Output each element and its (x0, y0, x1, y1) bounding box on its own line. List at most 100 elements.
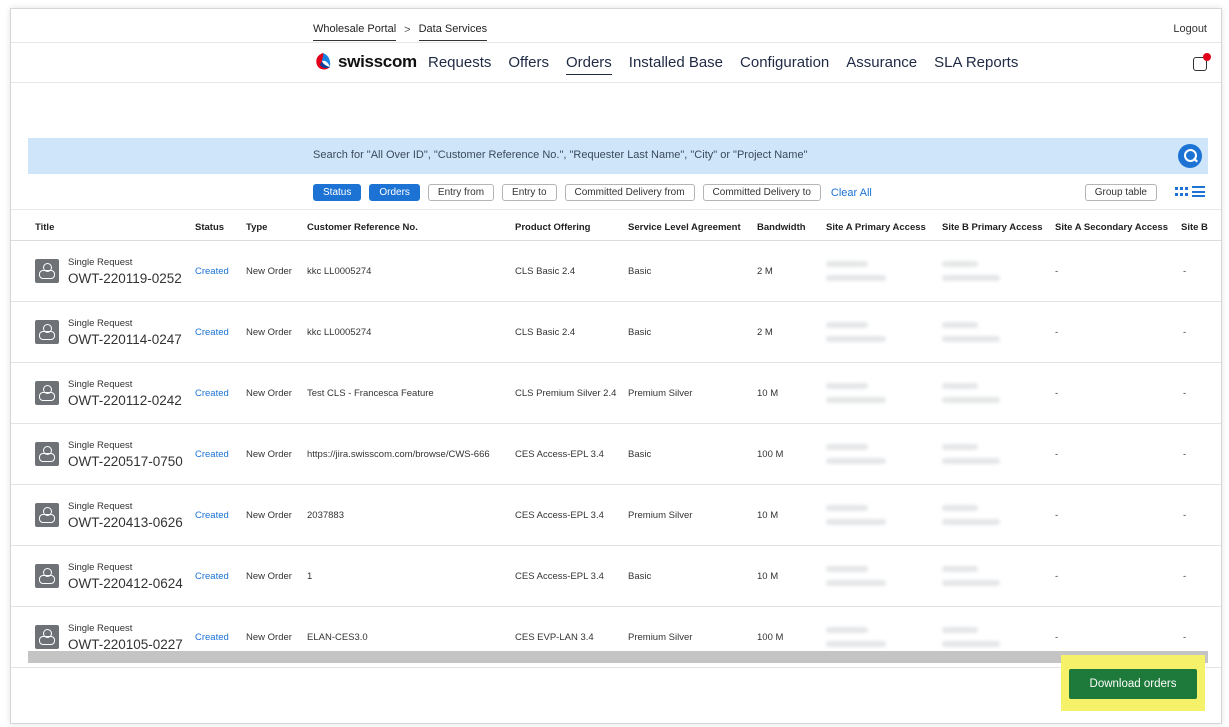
nav-installed-base[interactable]: Installed Base (629, 54, 723, 75)
type-value: New Order (246, 571, 292, 582)
customer-reference-value: Test CLS - Francesca Feature (307, 388, 434, 399)
download-highlight: Download orders (1061, 655, 1205, 711)
redacted-site-a (826, 519, 886, 525)
order-id[interactable]: OWT-220413-0626 (68, 515, 183, 530)
search-icon[interactable] (1178, 144, 1202, 168)
clear-all-link[interactable]: Clear All (831, 187, 872, 199)
filter-committed-delivery-to[interactable]: Committed Delivery to (702, 184, 821, 201)
request-type-icon (35, 320, 59, 344)
sla-value: Premium Silver (628, 510, 693, 521)
redacted-site-a (826, 397, 886, 403)
column-sla[interactable]: Service Level Agreement (628, 222, 741, 233)
column-site-b-primary[interactable]: Site B Primary Access (942, 222, 1043, 233)
table-row[interactable]: Single Request OWT-220114-0247 Created New … (11, 302, 1221, 363)
table-row[interactable]: Single Request OWT-220119-0252 Created New … (11, 241, 1221, 302)
column-site-a-primary[interactable]: Site A Primary Access (826, 222, 926, 233)
redacted-site-b (942, 336, 1000, 342)
status-value: Created (195, 388, 229, 399)
bandwidth-value: 10 M (757, 571, 779, 582)
order-id[interactable]: OWT-220112-0242 (68, 393, 182, 408)
filter-committed-delivery-from[interactable]: Committed Delivery from (564, 184, 695, 201)
type-value: New Order (246, 327, 292, 338)
filter-status[interactable]: Status (313, 184, 362, 201)
column-site-a-secondary[interactable]: Site A Secondary Access (1055, 222, 1168, 233)
redacted-site-a (826, 444, 868, 450)
order-id[interactable]: OWT-220105-0227 (68, 637, 183, 652)
logout-link[interactable]: Logout (1173, 23, 1207, 35)
redacted-site-b (942, 383, 978, 389)
search-input[interactable]: Search for "All Over ID", "Customer Refe… (313, 149, 808, 161)
filter-orders[interactable]: Orders (369, 184, 420, 201)
sla-value: Basic (628, 571, 652, 582)
nav-requests[interactable]: Requests (428, 54, 491, 75)
product-offering-value: CES Access-EPL 3.4 (515, 510, 604, 521)
grid-view-icon[interactable] (1175, 187, 1188, 197)
status-value: Created (195, 571, 229, 582)
redacted-site-b (942, 322, 978, 328)
product-offering-value: CES Access-EPL 3.4 (515, 571, 604, 582)
site-b-secondary-value: - (1183, 510, 1187, 521)
site-a-secondary-value: - (1055, 327, 1059, 338)
brand-name: swisscom (338, 52, 417, 71)
horizontal-scrollbar[interactable] (28, 651, 1208, 663)
type-value: New Order (246, 449, 292, 460)
notification-icon[interactable] (1193, 53, 1211, 71)
nav-orders[interactable]: Orders (565, 54, 612, 75)
breadcrumb-data-services[interactable]: Data Services (418, 23, 488, 41)
redacted-site-a (826, 505, 868, 511)
request-type-icon (35, 381, 59, 405)
download-orders-button[interactable]: Download orders (1069, 669, 1197, 699)
column-site-b[interactable]: Site B (1181, 222, 1208, 233)
product-offering-value: CES EVP-LAN 3.4 (515, 632, 594, 643)
sla-value: Basic (628, 449, 652, 460)
table-row[interactable]: Single Request OWT-220412-0624 Created New … (11, 546, 1221, 607)
filter-entry-to[interactable]: Entry to (502, 184, 557, 201)
request-subtitle: Single Request (68, 257, 133, 268)
top-bar: Wholesale Portal > Data Services Logout (11, 9, 1221, 43)
table-row[interactable]: Single Request OWT-220517-0750 Created New … (11, 424, 1221, 485)
redacted-site-a (826, 627, 868, 633)
search-bar[interactable]: Search for "All Over ID", "Customer Refe… (28, 138, 1208, 174)
table-row[interactable]: Single Request OWT-220413-0626 Created New … (11, 485, 1221, 546)
sla-value: Basic (628, 266, 652, 277)
order-id[interactable]: OWT-220119-0252 (68, 271, 182, 286)
site-a-secondary-value: - (1055, 388, 1059, 399)
site-b-secondary-value: - (1183, 388, 1187, 399)
status-value: Created (195, 632, 229, 643)
request-subtitle: Single Request (68, 440, 133, 451)
column-type[interactable]: Type (246, 222, 267, 233)
notification-badge (1203, 53, 1211, 61)
nav-assurance[interactable]: Assurance (846, 54, 917, 75)
list-view-icon[interactable] (1192, 186, 1205, 197)
request-subtitle: Single Request (68, 562, 133, 573)
order-id[interactable]: OWT-220517-0750 (68, 454, 183, 469)
order-id[interactable]: OWT-220114-0247 (68, 332, 182, 347)
customer-reference-value: ELAN-CES3.0 (307, 632, 368, 643)
nav-sla-reports[interactable]: SLA Reports (934, 54, 1018, 75)
type-value: New Order (246, 510, 292, 521)
brand-logo[interactable]: swisscom (313, 52, 417, 72)
redacted-site-b (942, 519, 1000, 525)
type-value: New Order (246, 388, 292, 399)
request-subtitle: Single Request (68, 318, 133, 329)
product-offering-value: CLS Basic 2.4 (515, 266, 576, 277)
column-customer-reference[interactable]: Customer Reference No. (307, 222, 418, 233)
redacted-site-a (826, 275, 886, 281)
bandwidth-value: 2 M (757, 266, 773, 277)
filter-bar: Status Orders Entry from Entry to Commit… (313, 184, 872, 201)
column-title[interactable]: Title (35, 222, 54, 233)
nav-offers[interactable]: Offers (508, 54, 549, 75)
column-product-offering[interactable]: Product Offering (515, 222, 590, 233)
column-bandwidth[interactable]: Bandwidth (757, 222, 806, 233)
redacted-site-b (942, 505, 978, 511)
column-status[interactable]: Status (195, 222, 224, 233)
main-nav: Requests Offers Orders Installed Base Co… (428, 54, 1018, 75)
order-id[interactable]: OWT-220412-0624 (68, 576, 183, 591)
breadcrumb-wholesale-portal[interactable]: Wholesale Portal (313, 23, 397, 41)
request-subtitle: Single Request (68, 379, 133, 390)
redacted-site-b (942, 397, 1000, 403)
group-table-button[interactable]: Group table (1084, 184, 1157, 201)
nav-configuration[interactable]: Configuration (740, 54, 829, 75)
table-row[interactable]: Single Request OWT-220112-0242 Created New … (11, 363, 1221, 424)
filter-entry-from[interactable]: Entry from (427, 184, 495, 201)
